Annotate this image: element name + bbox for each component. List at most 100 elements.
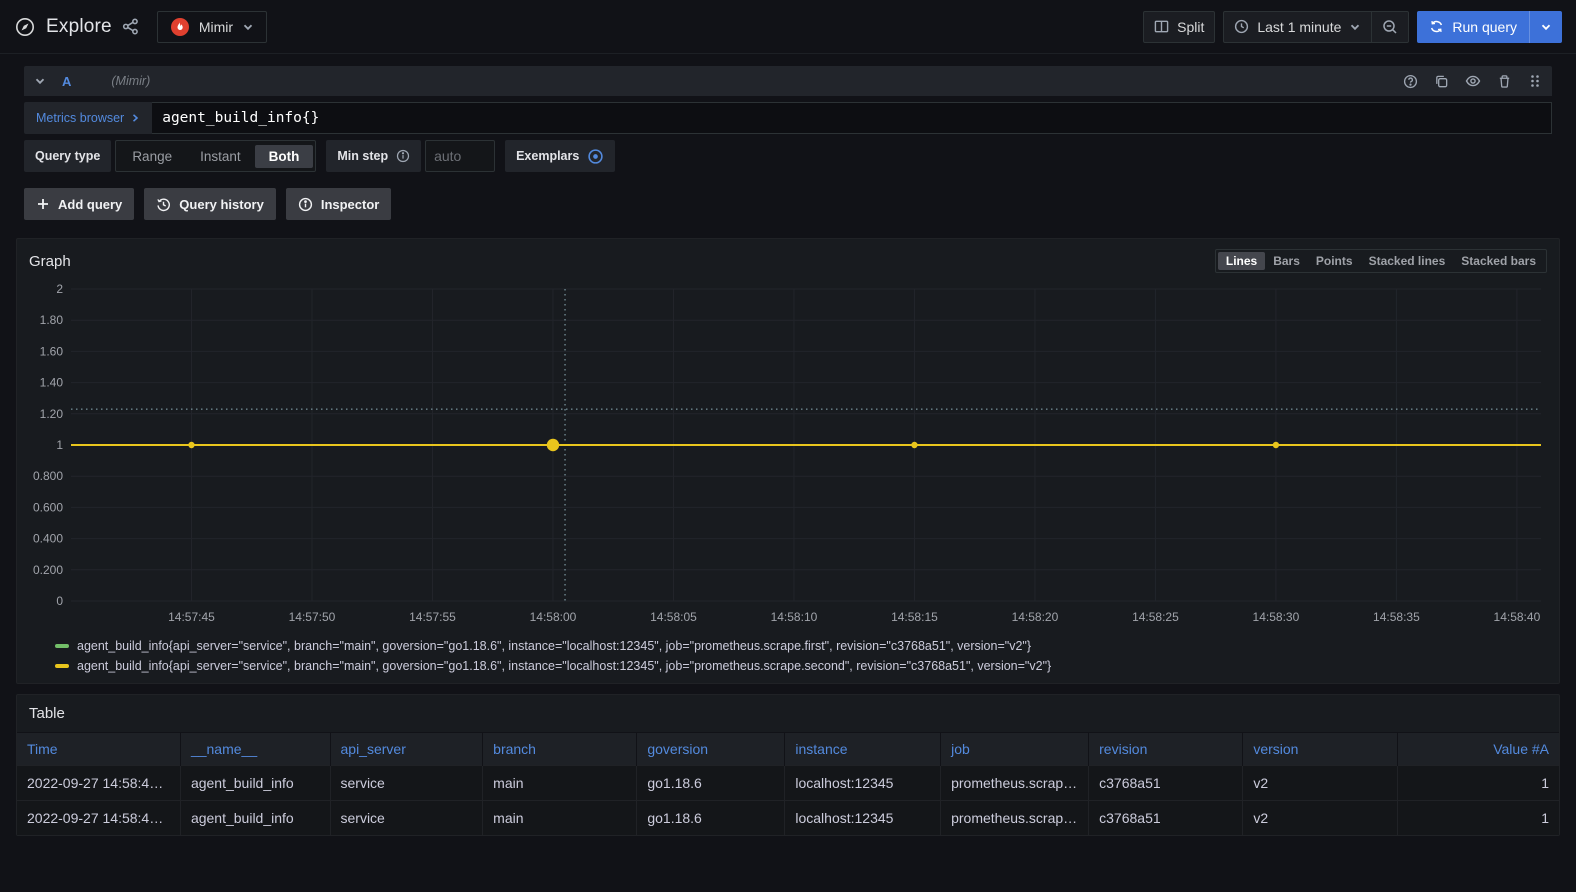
table-cell: service — [330, 766, 483, 801]
split-button[interactable]: Split — [1143, 11, 1215, 43]
query-type-option-instant[interactable]: Instant — [186, 145, 255, 168]
table-cell: agent_build_info — [180, 801, 330, 836]
min-step-input[interactable] — [425, 140, 495, 172]
legend-swatch — [55, 644, 69, 648]
datasource-name: Mimir — [199, 19, 233, 35]
graph-style-stacked-lines[interactable]: Stacked lines — [1361, 252, 1454, 270]
table-cell: 1 — [1397, 801, 1559, 836]
compass-explore-icon — [14, 16, 36, 38]
query-type-label: Query type — [24, 140, 111, 172]
exemplars-label: Exemplars — [516, 149, 579, 163]
series-point — [1273, 442, 1279, 448]
graph-style-bars[interactable]: Bars — [1265, 252, 1308, 270]
split-label: Split — [1177, 19, 1204, 35]
collapse-chevron-icon[interactable] — [34, 75, 46, 87]
exemplars-eye-toggle-icon[interactable] — [587, 148, 604, 165]
graph-style-lines[interactable]: Lines — [1218, 252, 1265, 270]
x-axis-tick-label: 14:57:50 — [289, 610, 336, 624]
exemplars-chip: Exemplars — [505, 140, 615, 172]
time-range-picker[interactable]: Last 1 minute — [1223, 11, 1372, 43]
table-cell: 1 — [1397, 766, 1559, 801]
y-axis-tick-label: 0.600 — [33, 500, 63, 514]
metrics-browser-button[interactable]: Metrics browser — [24, 102, 152, 134]
query-history-label: Query history — [179, 197, 264, 212]
column-header-time[interactable]: Time — [17, 733, 180, 766]
query-type-option-both[interactable]: Both — [255, 145, 314, 168]
x-axis-tick-label: 14:58:25 — [1132, 610, 1179, 624]
column-header--name-[interactable]: __name__ — [180, 733, 330, 766]
angle-right-icon — [130, 113, 140, 123]
y-axis-tick-label: 1.80 — [40, 313, 64, 327]
graph-legend: agent_build_info{api_server="service", b… — [17, 629, 1559, 683]
inspector-button[interactable]: Inspector — [286, 188, 392, 220]
info-circle-icon[interactable] — [396, 149, 410, 163]
query-expression-input[interactable] — [152, 102, 1552, 134]
y-axis-tick-label: 1.60 — [40, 344, 64, 358]
x-axis-tick-label: 14:58:00 — [530, 610, 577, 624]
run-query-label: Run query — [1452, 19, 1517, 35]
share-icon[interactable] — [122, 18, 139, 35]
legend-label: agent_build_info{api_server="service", b… — [77, 659, 1051, 673]
column-header-api-server[interactable]: api_server — [330, 733, 483, 766]
min-step-label: Min step — [337, 149, 388, 163]
table-cell: c3768a51 — [1089, 766, 1243, 801]
time-range-label: Last 1 minute — [1257, 19, 1341, 35]
column-header-version[interactable]: version — [1243, 733, 1397, 766]
graph-panel: Graph LinesBarsPointsStacked linesStacke… — [16, 238, 1560, 684]
copy-icon[interactable] — [1434, 74, 1449, 89]
x-axis-tick-label: 14:58:30 — [1253, 610, 1300, 624]
split-panes-icon — [1154, 19, 1169, 34]
x-axis-tick-label: 14:58:15 — [891, 610, 938, 624]
column-header-branch[interactable]: branch — [483, 733, 637, 766]
min-step-chip: Min step — [326, 140, 421, 172]
drag-grip-icon[interactable] — [1528, 73, 1542, 89]
table-cell: localhost:12345 — [785, 801, 941, 836]
table-cell: main — [483, 801, 637, 836]
history-icon — [156, 197, 171, 212]
column-header-value-a[interactable]: Value #A — [1397, 733, 1559, 766]
datasource-picker[interactable]: Mimir — [157, 11, 267, 43]
help-circle-icon[interactable] — [1403, 74, 1418, 89]
table-cell: main — [483, 766, 637, 801]
query-editor-row: A (Mimir) — [24, 66, 1552, 172]
column-header-revision[interactable]: revision — [1089, 733, 1243, 766]
x-axis-tick-label: 14:58:05 — [650, 610, 697, 624]
eye-icon[interactable] — [1465, 73, 1481, 89]
legend-item[interactable]: agent_build_info{api_server="service", b… — [55, 639, 1559, 653]
graph-style-points[interactable]: Points — [1308, 252, 1361, 270]
run-query-button[interactable]: Run query — [1417, 11, 1562, 43]
query-type-option-range[interactable]: Range — [118, 145, 186, 168]
column-header-goversion[interactable]: goversion — [637, 733, 785, 766]
y-axis-tick-label: 0 — [56, 594, 63, 608]
y-axis-tick-label: 1.40 — [40, 376, 64, 390]
series-point — [911, 442, 917, 448]
query-history-button[interactable]: Query history — [144, 188, 276, 220]
table-cell: 2022-09-27 14:58:40… — [17, 766, 180, 801]
inspector-label: Inspector — [321, 197, 380, 212]
x-axis-tick-label: 14:58:40 — [1494, 610, 1541, 624]
column-header-instance[interactable]: instance — [785, 733, 941, 766]
chevron-down-icon — [242, 21, 254, 33]
trash-icon[interactable] — [1497, 74, 1512, 89]
table-row: 2022-09-27 14:58:40…agent_build_infoserv… — [17, 766, 1559, 801]
series-point — [188, 442, 194, 448]
add-query-button[interactable]: Add query — [24, 188, 134, 220]
magnifier-minus-icon — [1382, 19, 1398, 35]
zoom-out-button[interactable] — [1372, 11, 1409, 43]
table-cell: go1.18.6 — [637, 766, 785, 801]
graph-style-stacked-bars[interactable]: Stacked bars — [1453, 252, 1544, 270]
highlighted-point — [547, 439, 559, 451]
time-series-chart[interactable]: 21.801.601.401.2010.8000.6000.4000.20001… — [25, 281, 1551, 629]
table-cell: c3768a51 — [1089, 801, 1243, 836]
legend-item[interactable]: agent_build_info{api_server="service", b… — [55, 659, 1559, 673]
clock-icon — [1234, 19, 1249, 34]
x-axis-tick-label: 14:58:20 — [1012, 610, 1059, 624]
query-ref-id[interactable]: A — [62, 74, 71, 89]
y-axis-tick-label: 0.800 — [33, 469, 63, 483]
column-header-job[interactable]: job — [941, 733, 1089, 766]
query-type-segmented-control: RangeInstantBoth — [115, 140, 316, 172]
table-cell: prometheus.scrape.… — [941, 801, 1089, 836]
sync-icon — [1429, 19, 1444, 34]
table-cell: v2 — [1243, 766, 1397, 801]
run-query-dropdown[interactable] — [1529, 11, 1562, 43]
